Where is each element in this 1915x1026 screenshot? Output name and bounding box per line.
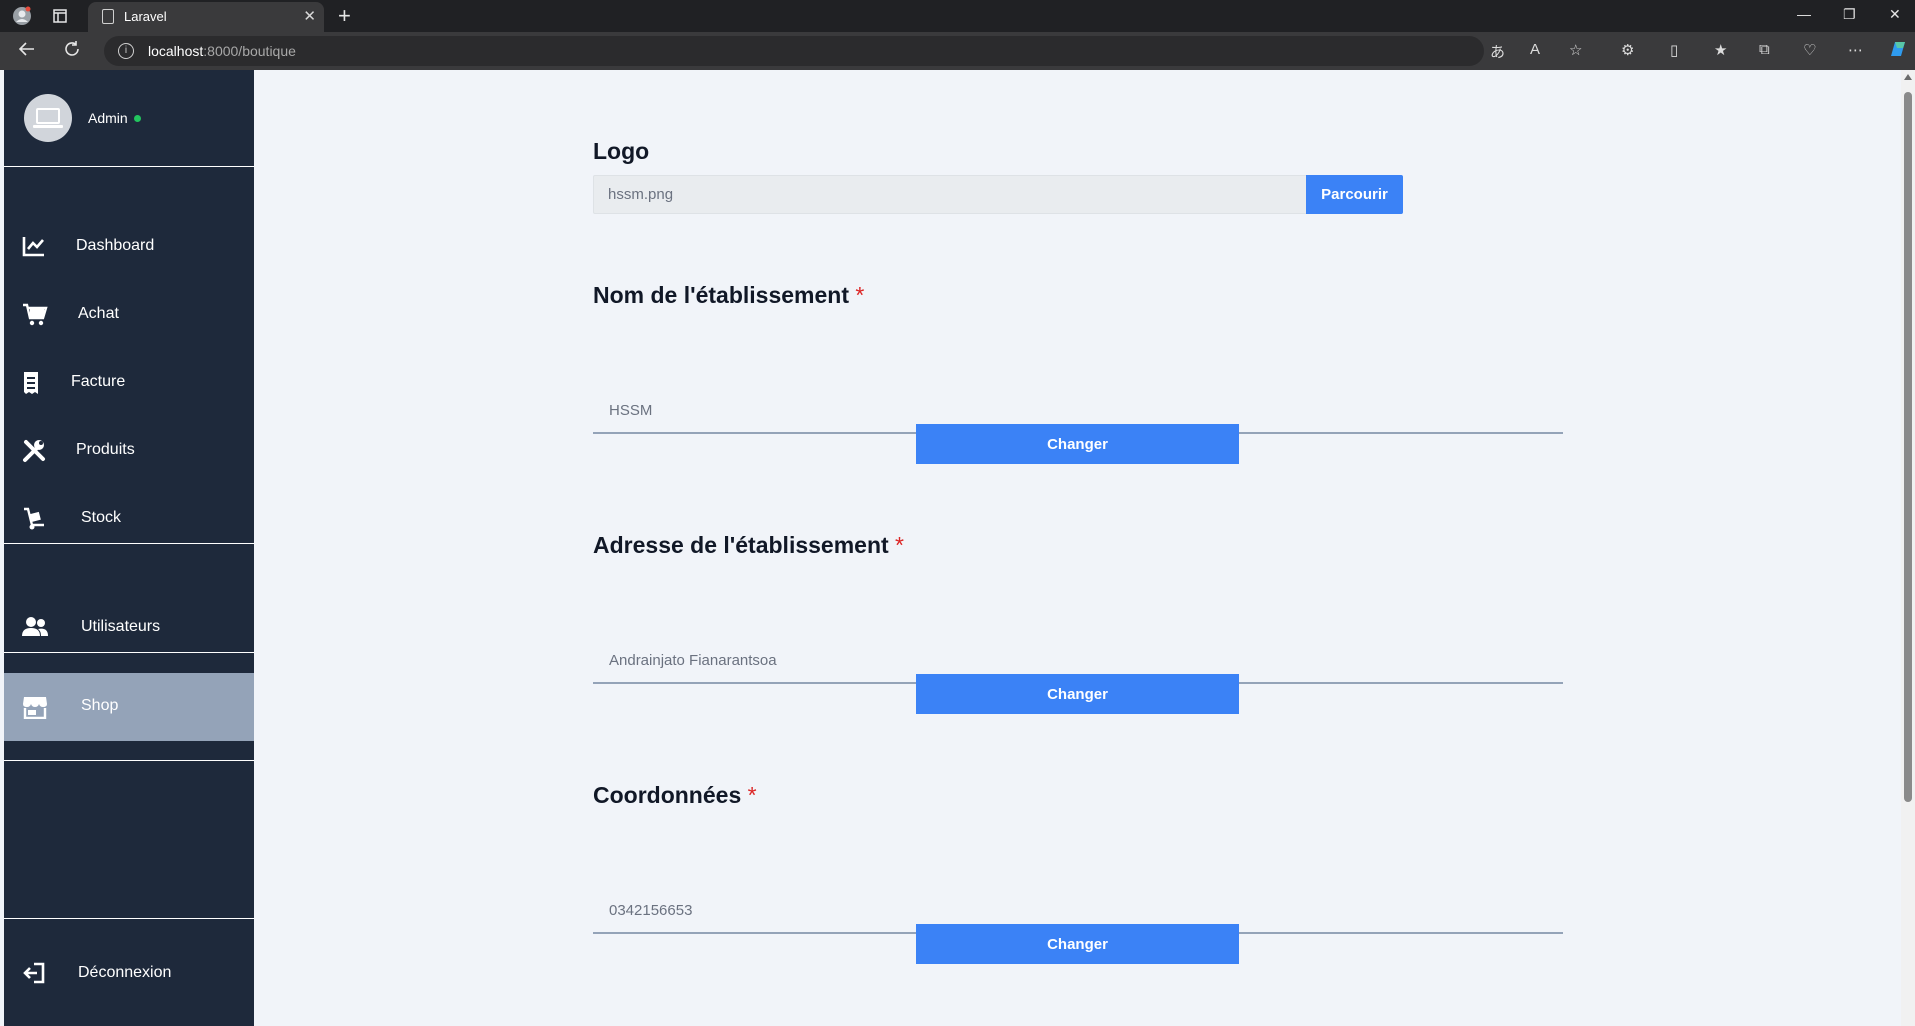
- back-icon[interactable]: [18, 40, 36, 63]
- user-name: Admin: [88, 110, 128, 126]
- required-marker: *: [747, 782, 757, 808]
- sidebar-divider: [4, 760, 254, 761]
- read-aloud-icon[interactable]: A: [1530, 41, 1540, 58]
- logout-icon: [22, 962, 48, 986]
- browse-button[interactable]: Parcourir: [1306, 175, 1403, 214]
- url-path: :8000/boutique: [203, 43, 296, 59]
- tab-title: Laravel: [124, 9, 167, 24]
- more-icon[interactable]: ⋯: [1848, 41, 1863, 59]
- sidebar-divider: [4, 543, 254, 544]
- contact-title: Coordonnées *: [593, 782, 757, 808]
- profile-icon[interactable]: [11, 5, 33, 27]
- required-marker: *: [895, 532, 904, 558]
- sidebar-item-label: Produits: [76, 441, 135, 458]
- collections-icon[interactable]: ⧉: [1759, 41, 1770, 58]
- page-icon: [102, 9, 114, 24]
- main-content: Logo hssm.png Parcourir Nom de l'établis…: [254, 70, 1901, 1026]
- sidebar-item-achat[interactable]: Achat: [4, 285, 254, 345]
- sidebar-item-label: Shop: [81, 697, 119, 714]
- chart-line-icon: [22, 235, 48, 259]
- copilot-icon[interactable]: [1887, 38, 1909, 64]
- sidebar-item-shop[interactable]: Shop: [4, 673, 254, 741]
- sidebar-divider: [4, 166, 254, 167]
- online-status-dot: [134, 115, 141, 122]
- sidebar-item-label: Facture: [71, 373, 126, 390]
- logo-file-name: hssm.png: [608, 186, 674, 203]
- close-window-icon[interactable]: ✕: [1889, 6, 1901, 23]
- sidebar-divider: [4, 652, 254, 653]
- sidebar-item-label: Achat: [78, 305, 119, 322]
- new-tab-button[interactable]: +: [338, 3, 351, 29]
- site-info-icon[interactable]: i: [118, 43, 134, 59]
- receipt-icon: [22, 371, 48, 395]
- favorite-icon[interactable]: ☆: [1569, 41, 1582, 59]
- sidebar-item-stock[interactable]: Stock: [4, 489, 254, 549]
- sidebar-item-utilisateurs[interactable]: Utilisateurs: [4, 598, 254, 658]
- page-scrollbar[interactable]: [1901, 70, 1915, 1026]
- close-tab-icon[interactable]: ✕: [303, 7, 316, 25]
- store-icon: [22, 695, 48, 720]
- user-profile: Admin: [4, 70, 254, 166]
- sidebar-item-label: Déconnexion: [78, 964, 172, 981]
- sidebar: Admin Dashboard Achat Facture Produits S…: [4, 70, 254, 1026]
- change-name-button[interactable]: Changer: [916, 424, 1239, 464]
- name-title: Nom de l'établissement *: [593, 282, 865, 308]
- extensions-icon[interactable]: ⚙: [1621, 41, 1634, 59]
- address-title: Adresse de l'établissement *: [593, 532, 904, 558]
- avatar: [24, 94, 72, 142]
- sidebar-item-label: Dashboard: [76, 237, 155, 254]
- required-marker: *: [855, 282, 865, 308]
- cart-icon: [22, 303, 48, 327]
- split-screen-icon[interactable]: ▯: [1670, 41, 1678, 59]
- minimize-icon[interactable]: —: [1797, 6, 1811, 22]
- tab-actions-icon[interactable]: [49, 5, 71, 27]
- dolly-icon: [22, 507, 48, 531]
- scroll-up-arrow-icon[interactable]: [1904, 74, 1912, 80]
- sidebar-divider: [4, 918, 254, 919]
- performance-icon[interactable]: ♡: [1803, 41, 1816, 59]
- tools-icon: [22, 439, 48, 463]
- users-icon: [22, 616, 48, 640]
- logo-file-input[interactable]: hssm.png Parcourir: [593, 175, 1403, 214]
- sidebar-item-label: Stock: [81, 509, 122, 526]
- change-address-button[interactable]: Changer: [916, 674, 1239, 714]
- favorites-icon[interactable]: ★: [1714, 41, 1727, 59]
- scrollbar-thumb[interactable]: [1904, 92, 1912, 802]
- address-bar[interactable]: i localhost:8000/boutique: [104, 36, 1484, 66]
- sidebar-item-label: Utilisateurs: [81, 618, 161, 635]
- refresh-icon[interactable]: [63, 40, 81, 63]
- browser-toolbar: i localhost:8000/boutique あ A ☆ ⚙ ▯ ★ ⧉ …: [0, 32, 1915, 70]
- sidebar-item-dashboard[interactable]: Dashboard: [4, 217, 254, 277]
- sidebar-item-deconnexion[interactable]: Déconnexion: [4, 944, 254, 1004]
- url-host: localhost: [148, 43, 204, 59]
- browser-tab-bar: Laravel ✕ + — ❐ ✕: [0, 0, 1915, 32]
- sidebar-item-facture[interactable]: Facture: [4, 353, 254, 413]
- change-contact-button[interactable]: Changer: [916, 924, 1239, 964]
- sidebar-item-produits[interactable]: Produits: [4, 421, 254, 481]
- restore-icon[interactable]: ❐: [1843, 6, 1856, 23]
- translate-icon[interactable]: あ: [1490, 41, 1505, 62]
- browser-tab[interactable]: Laravel ✕: [88, 2, 324, 32]
- logo-title: Logo: [593, 138, 650, 164]
